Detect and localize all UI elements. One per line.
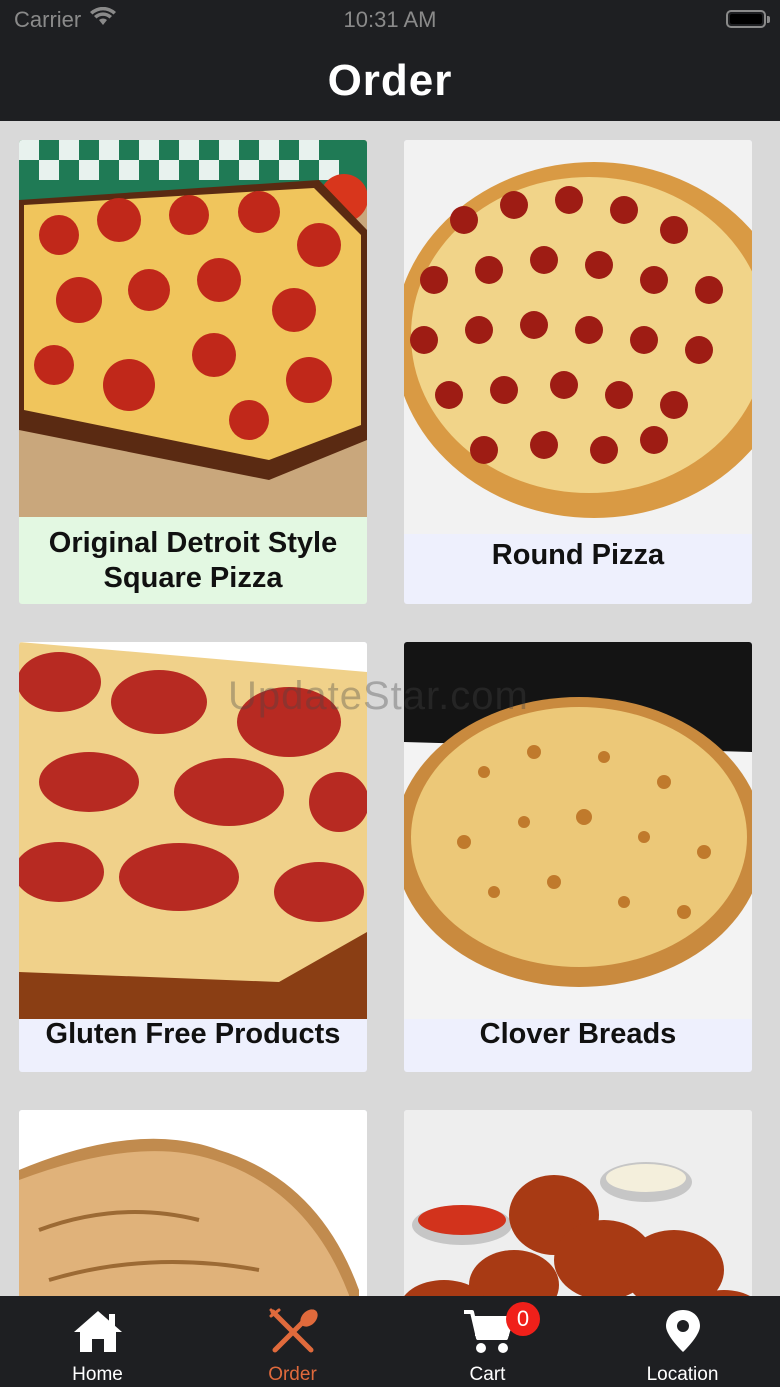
category-card-round-pizza[interactable]: Round Pizza	[404, 140, 752, 604]
tab-order[interactable]: Order	[195, 1296, 390, 1387]
tab-bar: Home Order 0 Cart Location	[0, 1296, 780, 1387]
home-icon	[72, 1308, 124, 1354]
category-label: Round Pizza	[491, 538, 665, 571]
chicken-wings-image	[404, 1110, 752, 1296]
round-pizza-image	[404, 140, 752, 534]
category-label: Clover Breads	[479, 1018, 677, 1050]
status-time: 10:31 AM	[343, 7, 437, 32]
tab-location[interactable]: Location	[585, 1296, 780, 1387]
category-card-calzone[interactable]	[19, 1110, 367, 1296]
category-label: Original Detroit Style Square Pizza	[48, 526, 338, 594]
tab-label: Location	[646, 1364, 719, 1385]
watermark: UpdateStar.com	[228, 674, 529, 718]
category-label: Gluten Free Products	[45, 1018, 341, 1050]
navigation-bar: Order	[0, 40, 780, 121]
calzone-image	[19, 1110, 367, 1296]
category-card-detroit-square-pizza[interactable]: Original Detroit Style Square Pizza	[19, 140, 367, 604]
battery-icon	[726, 10, 770, 28]
tab-label: Cart	[469, 1364, 506, 1385]
cart-count-badge: 0	[506, 1302, 540, 1336]
status-bar: Carrier 10:31 AM	[0, 0, 780, 40]
category-card-wings[interactable]	[404, 1110, 752, 1296]
page-title: Order	[327, 56, 453, 105]
tab-label: Home	[72, 1364, 123, 1385]
category-grid[interactable]: Original Detroit Style Square Pizza Roun…	[0, 121, 780, 1296]
location-pin-icon	[657, 1308, 709, 1354]
tab-label: Order	[268, 1364, 317, 1385]
tab-home[interactable]: Home	[0, 1296, 195, 1387]
fork-knife-icon	[267, 1308, 319, 1354]
detroit-square-pizza-image	[19, 140, 367, 517]
tab-cart[interactable]: 0 Cart	[390, 1296, 585, 1387]
